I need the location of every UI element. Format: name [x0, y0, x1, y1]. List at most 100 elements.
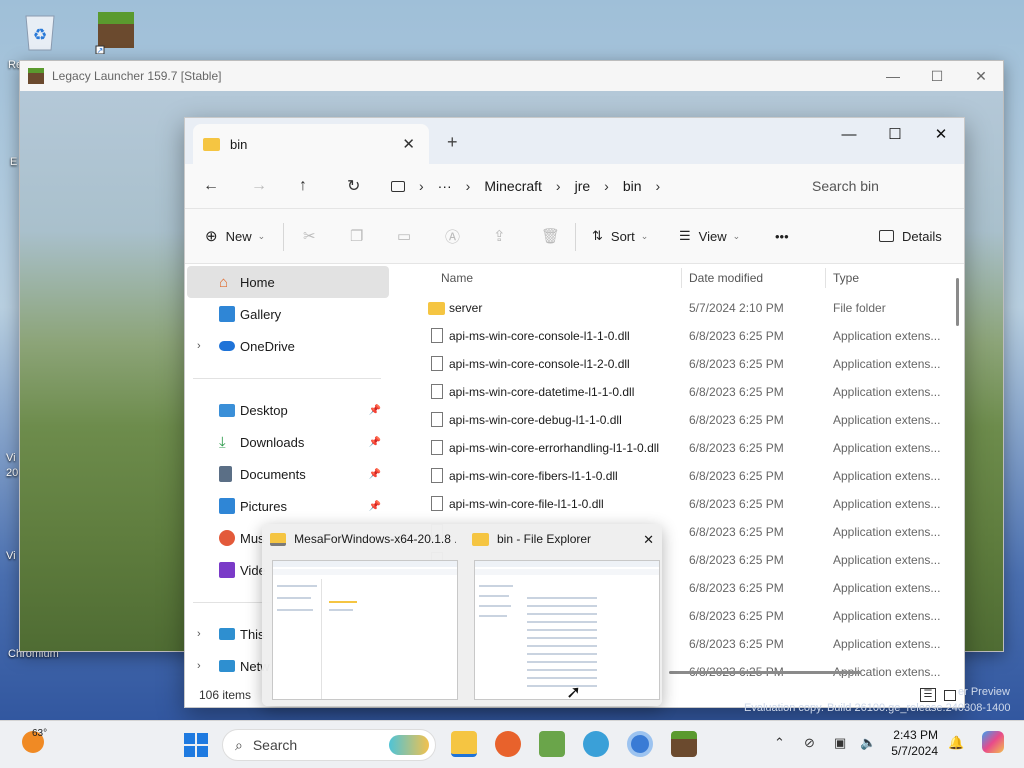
paste-icon[interactable]: ▭: [397, 227, 411, 245]
file-date: 6/8/2023 6:25 PM: [689, 497, 784, 511]
minimize-icon[interactable]: —: [871, 61, 915, 91]
close-icon[interactable]: ✕: [959, 61, 1003, 91]
nav-item-gallery[interactable]: Gallery: [187, 298, 389, 330]
nav-item-onedrive[interactable]: › OneDrive: [187, 330, 389, 362]
chromium-icon[interactable]: [627, 731, 653, 757]
tab-close-icon[interactable]: ✕: [402, 135, 415, 153]
network-off-icon[interactable]: ⊘: [804, 735, 815, 751]
maximize-icon[interactable]: ☐: [872, 118, 918, 150]
table-row[interactable]: api-ms-win-core-console-l1-2-0.dll 6/8/20…: [407, 350, 947, 378]
close-icon[interactable]: ✕: [643, 532, 654, 548]
download-icon: ⤓: [219, 434, 226, 451]
details-pane-icon: [879, 230, 894, 242]
pin-icon[interactable]: 📌: [369, 501, 381, 512]
dll-file-icon: [431, 412, 443, 427]
ellipsis-icon[interactable]: ···: [438, 178, 452, 194]
up-icon[interactable]: ↑: [299, 177, 307, 195]
firefox-icon[interactable]: [495, 731, 521, 757]
pc-icon: [391, 180, 405, 192]
column-header-type[interactable]: Type: [833, 264, 859, 292]
clock[interactable]: 2:43 PM 5/7/2024: [880, 727, 938, 759]
minimize-icon[interactable]: —: [826, 118, 872, 150]
table-row[interactable]: api-ms-win-core-datetime-l1-1-0.dll 6/8/2…: [407, 378, 947, 406]
copy-icon[interactable]: ❐: [350, 227, 363, 245]
delete-icon[interactable]: 🗑: [541, 227, 560, 245]
pin-icon[interactable]: 📌: [369, 437, 381, 448]
start-button[interactable]: [184, 733, 208, 757]
file-type: Application extens...: [833, 581, 941, 595]
breadcrumb-bin[interactable]: bin: [623, 178, 642, 194]
dolphin-icon[interactable]: [583, 731, 609, 757]
table-row[interactable]: server 5/7/2024 2:10 PM File folder: [407, 294, 947, 322]
vertical-scrollbar[interactable]: [956, 278, 959, 326]
mouse-cursor-icon: ➚: [566, 682, 582, 702]
breadcrumb-minecraft[interactable]: Minecraft: [484, 178, 542, 194]
file-name: api-ms-win-core-file-l1-1-0.dll: [449, 497, 604, 511]
breadcrumb-jre[interactable]: jre: [575, 178, 591, 194]
refresh-icon[interactable]: ↻: [347, 176, 360, 196]
pin-icon[interactable]: 📌: [369, 405, 381, 416]
pin-icon[interactable]: 📌: [369, 469, 381, 480]
maximize-icon[interactable]: ☐: [915, 61, 959, 91]
nav-item-home[interactable]: ⌂ Home: [187, 266, 389, 298]
close-icon[interactable]: ✕: [918, 118, 964, 150]
tab-bin[interactable]: bin ✕: [193, 124, 429, 164]
rename-icon[interactable]: Ⓐ: [445, 226, 460, 247]
sort-icon: ⇅: [592, 228, 603, 243]
file-explorer-taskbar-icon[interactable]: [451, 731, 477, 757]
taskbar-search[interactable]: ⌕ Search: [222, 729, 436, 761]
column-header-name[interactable]: Name: [441, 264, 473, 292]
back-icon[interactable]: ←: [203, 177, 219, 195]
cut-icon[interactable]: ✂: [303, 227, 316, 245]
search-input[interactable]: Search bin: [802, 170, 962, 202]
file-date: 6/8/2023 6:25 PM: [689, 357, 784, 371]
nav-label-documents: Documents: [240, 466, 306, 482]
preview-explorer[interactable]: bin - File Explorer ✕: [464, 524, 660, 706]
sort-button[interactable]: ⇅ Sort ⌄: [592, 228, 648, 244]
nav-item-documents[interactable]: Documents 📌: [187, 458, 389, 490]
chevron-right-icon[interactable]: ›: [197, 660, 201, 672]
details-button[interactable]: Details: [879, 229, 942, 244]
taskbar: 63° ⌕ Search ⌃ ⊘ ▣ 🔈 2:43 PM 5/7/2024 🔔: [0, 720, 1024, 768]
file-date: 6/8/2023 6:25 PM: [689, 553, 784, 567]
tiles-view-icon[interactable]: [944, 689, 956, 701]
horizontal-scrollbar[interactable]: [669, 671, 861, 674]
view-label: View: [698, 228, 727, 244]
table-row[interactable]: api-ms-win-core-debug-l1-1-0.dll 6/8/2023…: [407, 406, 947, 434]
preview-title-explorer: bin - File Explorer: [497, 532, 592, 546]
chevron-right-icon[interactable]: ›: [197, 340, 201, 352]
table-row[interactable]: api-ms-win-core-file-l1-1-0.dll 6/8/2023 …: [407, 490, 947, 518]
more-button[interactable]: •••: [775, 229, 789, 244]
details-view-icon[interactable]: ☰: [920, 688, 936, 702]
file-type: Application extens...: [833, 413, 941, 427]
column-header-date[interactable]: Date modified: [689, 264, 763, 292]
desktop-label-1: E: [10, 156, 18, 168]
minecraft-icon[interactable]: ↗: [94, 8, 138, 55]
new-button[interactable]: ⊕ New ⌄: [205, 227, 265, 245]
launcher-titlebar[interactable]: Legacy Launcher 159.7 [Stable] — ☐ ✕: [20, 61, 1003, 91]
speaker-icon[interactable]: 🔈: [860, 735, 876, 751]
watermark-line1: er Preview: [958, 686, 1010, 698]
file-type: Application extens...: [833, 357, 941, 371]
recycle-bin-icon[interactable]: ♻: [20, 8, 64, 52]
details-label: Details: [902, 228, 942, 244]
view-button[interactable]: ☰ View ⌄: [679, 228, 740, 244]
minecraft-map-icon[interactable]: [539, 731, 565, 757]
nav-item-downloads[interactable]: ⤓ Downloads 📌: [187, 426, 389, 458]
nav-item-pictures[interactable]: Pictures 📌: [187, 490, 389, 522]
table-row[interactable]: api-ms-win-core-console-l1-1-0.dll 6/8/20…: [407, 322, 947, 350]
copilot-icon[interactable]: [982, 731, 1004, 753]
chevron-right-icon[interactable]: ›: [197, 628, 201, 640]
new-tab-icon[interactable]: +: [447, 132, 458, 153]
share-icon[interactable]: ⇪: [493, 227, 506, 245]
table-row[interactable]: api-ms-win-core-fibers-l1-1-0.dll 6/8/202…: [407, 462, 947, 490]
minecraft-launcher-icon[interactable]: [671, 731, 697, 757]
nav-item-desktop[interactable]: Desktop 📌: [187, 394, 389, 426]
monitor-icon[interactable]: ▣: [834, 735, 846, 751]
breadcrumb[interactable]: › ··· › Minecraft › jre › bin ›: [391, 170, 795, 202]
chevron-up-icon[interactable]: ⌃: [774, 735, 785, 751]
preview-mesa[interactable]: MesaForWindows-x64-20.1.8 ...: [262, 524, 458, 706]
forward-icon[interactable]: →: [251, 177, 267, 195]
table-row[interactable]: api-ms-win-core-errorhandling-l1-1-0.dll…: [407, 434, 947, 462]
bell-icon[interactable]: 🔔: [948, 735, 964, 751]
